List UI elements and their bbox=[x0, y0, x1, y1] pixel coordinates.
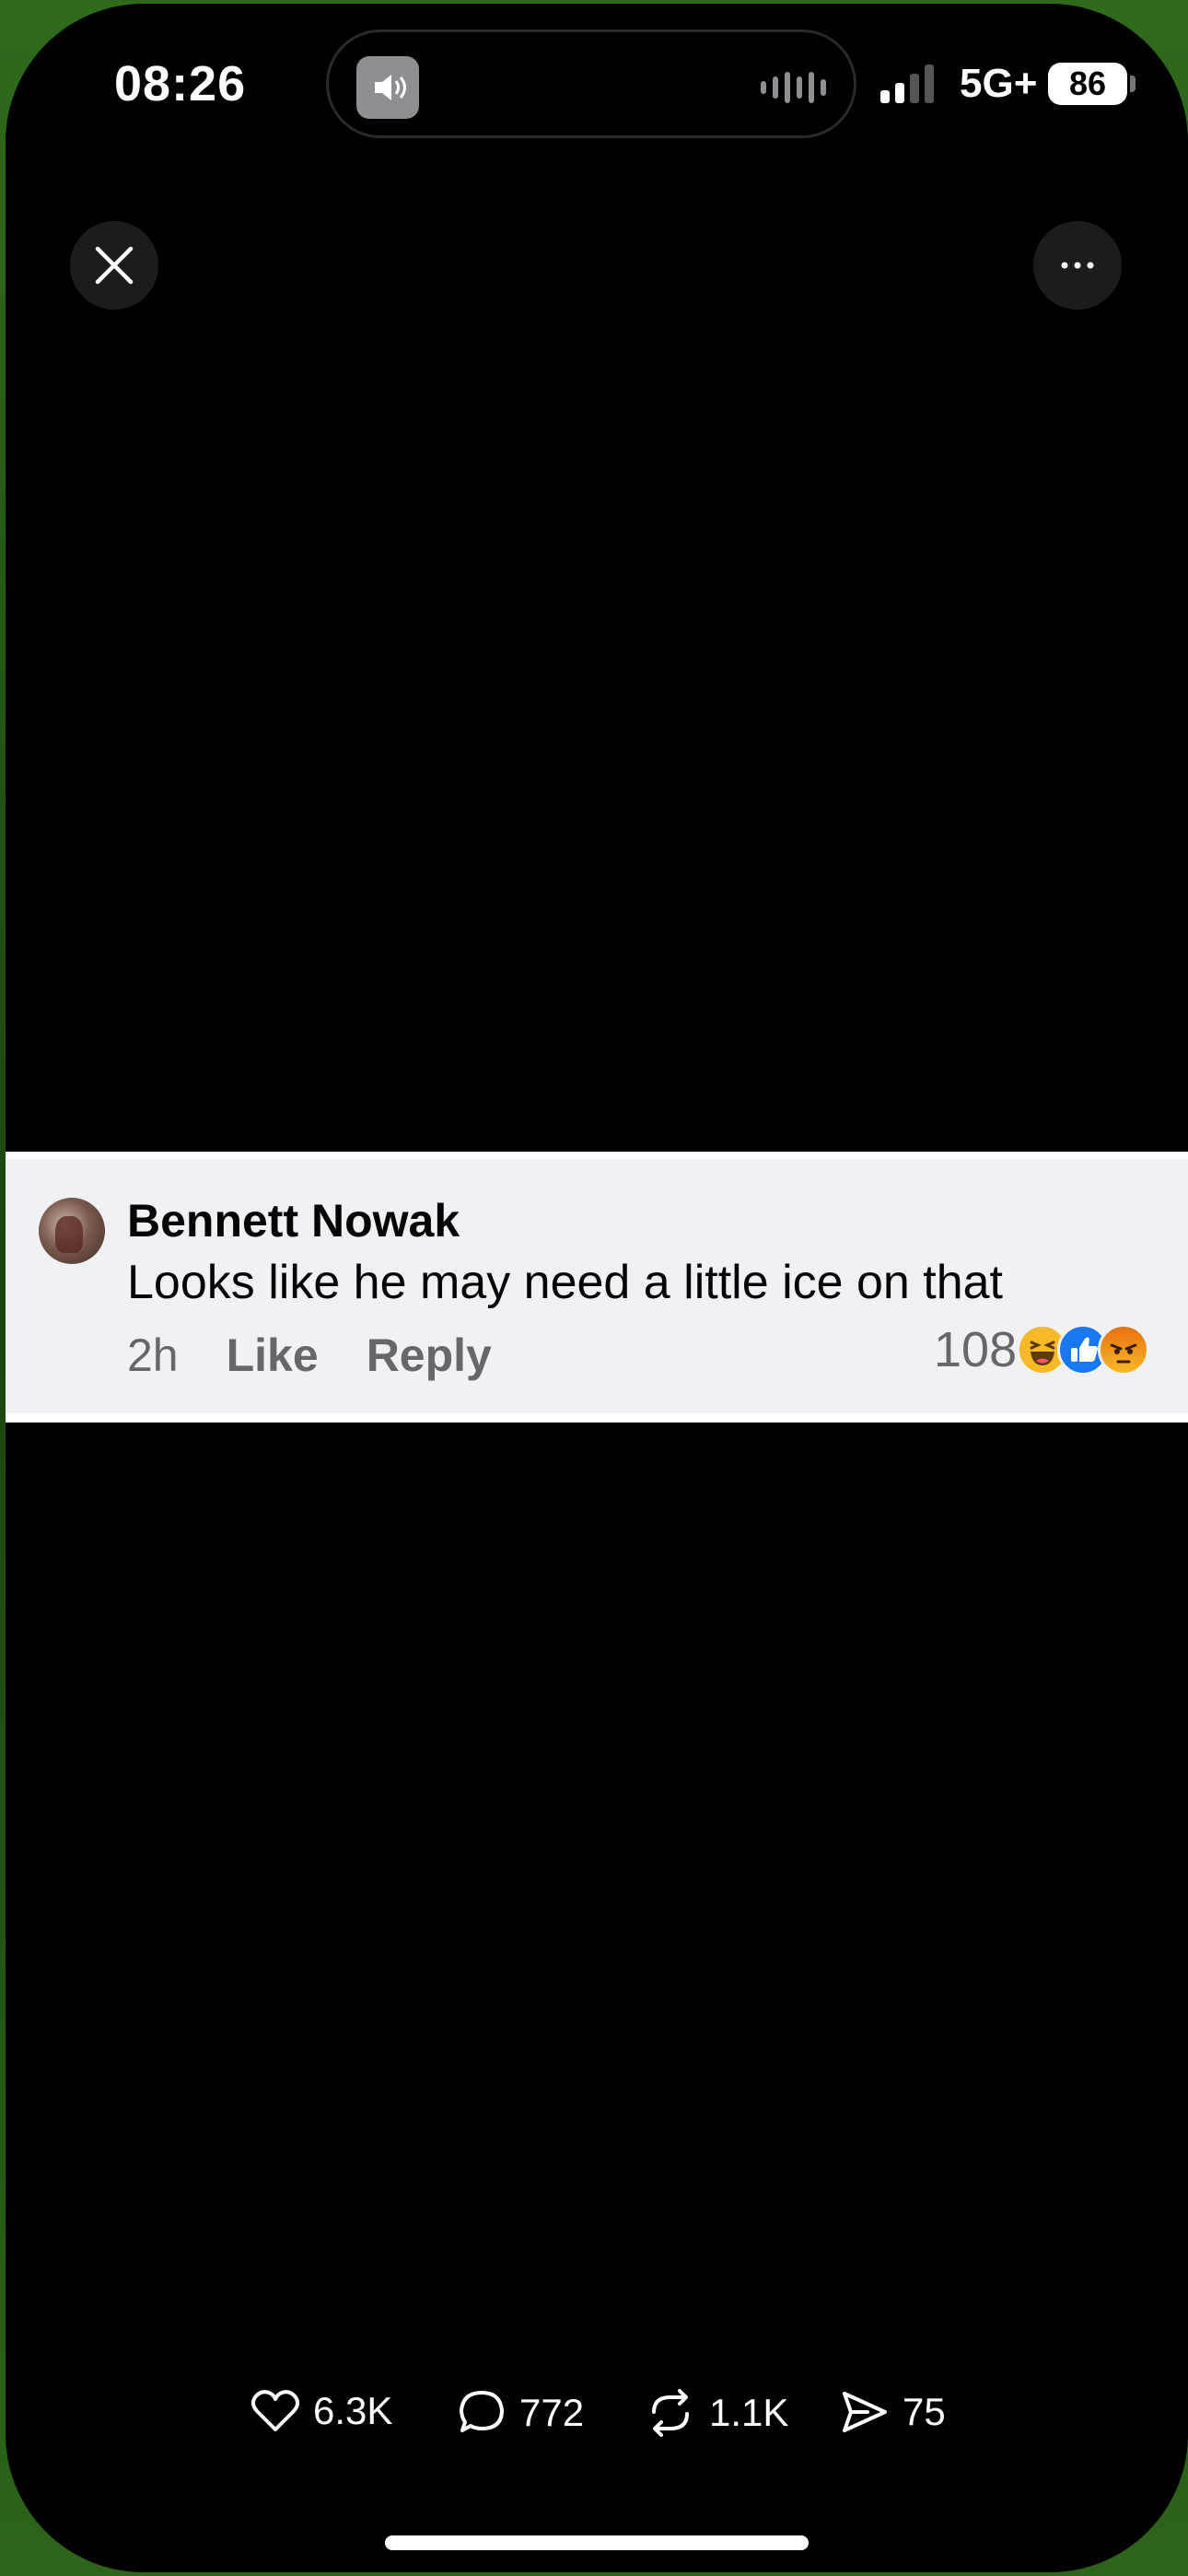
screen: 08:26 5G+ 86 Bennett Nowak Looks like he… bbox=[6, 4, 1188, 2572]
send-icon bbox=[843, 2392, 887, 2432]
like-comment-button[interactable]: Like bbox=[227, 1329, 319, 1382]
home-indicator[interactable] bbox=[385, 2535, 809, 2550]
comment-text: Looks like he may need a little ice on t… bbox=[127, 1256, 1004, 1309]
repost-action[interactable]: 1.1K bbox=[645, 2388, 788, 2438]
close-icon bbox=[95, 246, 134, 285]
audio-wave-icon bbox=[761, 69, 826, 106]
comment-action[interactable]: 772 bbox=[457, 2388, 584, 2438]
more-icon bbox=[1061, 262, 1094, 269]
network-label: 5G+ bbox=[960, 61, 1038, 106]
reply-comment-button[interactable]: Reply bbox=[367, 1329, 492, 1382]
reaction-count: 108 bbox=[934, 1322, 1018, 1377]
comment-bubble-icon bbox=[460, 2391, 504, 2432]
avatar[interactable] bbox=[39, 1198, 105, 1264]
heart-icon bbox=[250, 2390, 300, 2431]
comment-author[interactable]: Bennett Nowak bbox=[127, 1194, 460, 1247]
speaker-icon bbox=[356, 56, 419, 119]
comment-card: Bennett Nowak Looks like he may need a l… bbox=[6, 1152, 1188, 1423]
share-count: 75 bbox=[903, 2390, 946, 2433]
comment-timestamp: 2h bbox=[127, 1329, 179, 1381]
status-time: 08:26 bbox=[114, 56, 247, 111]
more-options-button[interactable] bbox=[1033, 221, 1122, 310]
share-action[interactable]: 75 bbox=[840, 2388, 946, 2436]
comment-meta: 2h Like Reply bbox=[127, 1329, 492, 1382]
battery-tip bbox=[1130, 76, 1136, 92]
repost-icon bbox=[652, 2389, 689, 2437]
reaction-summary[interactable]: 108 bbox=[934, 1321, 1150, 1378]
battery-indicator: 86 bbox=[1048, 63, 1127, 105]
cellular-signal-icon bbox=[880, 64, 934, 103]
like-count: 6.3K bbox=[313, 2389, 393, 2432]
like-action[interactable]: 6.3K bbox=[250, 2388, 392, 2434]
close-button[interactable] bbox=[70, 221, 158, 310]
comment-count: 772 bbox=[519, 2391, 585, 2434]
angry-reaction-icon bbox=[1098, 1324, 1150, 1376]
dynamic-island bbox=[326, 29, 856, 138]
repost-count: 1.1K bbox=[709, 2391, 789, 2434]
